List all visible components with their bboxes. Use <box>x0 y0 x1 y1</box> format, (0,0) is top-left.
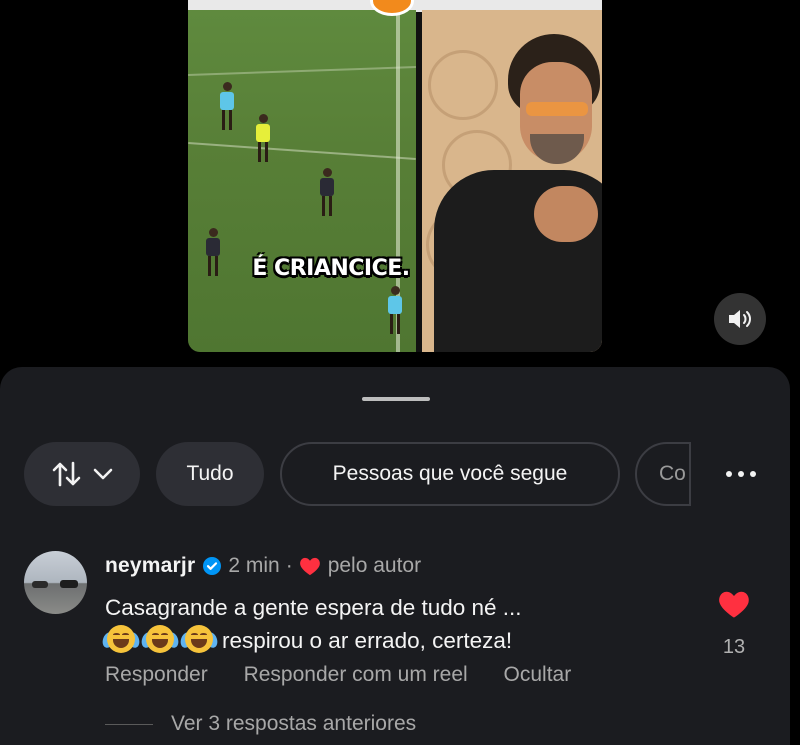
replies-divider <box>105 723 153 725</box>
view-replies-label[interactable]: Ver 3 respostas anteriores <box>171 712 416 736</box>
comment-like: 13 <box>712 589 756 659</box>
more-options-button[interactable] <box>716 460 766 488</box>
comment-text: Casagrande a gente espera de tudo né ...… <box>100 591 522 657</box>
dot <box>750 471 756 477</box>
comment-username[interactable]: neymarjr <box>105 554 195 578</box>
speaker-icon <box>729 310 751 328</box>
comment-text-line2-wrap: respirou o ar errado, certeza! <box>100 624 522 657</box>
filter-partial-chip[interactable]: Co <box>635 442 691 506</box>
comments-sheet: Tudo Pessoas que você segue Co neymarjr … <box>0 367 790 745</box>
sort-arrows-icon <box>52 461 81 487</box>
like-count: 13 <box>722 636 746 658</box>
football-field-pane <box>188 10 416 352</box>
dot <box>738 471 744 477</box>
view-replies[interactable]: Ver 3 respostas anteriores <box>105 712 416 736</box>
sort-button[interactable] <box>24 442 140 506</box>
player-figure <box>220 82 234 130</box>
liked-by-author-label: pelo autor <box>327 554 422 577</box>
studio-pane <box>422 10 602 352</box>
comment-text-line1: Casagrande a gente espera de tudo né ... <box>105 595 522 620</box>
comment-text-line2: respirou o ar errado, certeza! <box>222 628 513 653</box>
player-figure <box>320 168 334 216</box>
laughing-crying-emoji-icon <box>139 625 181 653</box>
filter-all-chip[interactable]: Tudo <box>156 442 264 506</box>
heart-icon <box>299 557 320 576</box>
sheet-drag-handle[interactable] <box>362 397 430 401</box>
filter-following-chip[interactable]: Pessoas que você segue <box>280 442 620 506</box>
video-caption: É CRIANCICE. <box>252 256 410 281</box>
reply-with-reel-button[interactable]: Responder com um reel <box>244 663 468 686</box>
like-heart-icon[interactable] <box>717 589 751 619</box>
laughing-crying-emoji-icon <box>100 625 142 653</box>
reel-video-area[interactable]: É CRIANCICE. <box>0 0 800 400</box>
laughing-crying-emoji-icon <box>178 625 220 653</box>
comment-actions: Responder Responder com um reel Ocultar <box>105 663 601 687</box>
reply-button[interactable]: Responder <box>105 663 208 686</box>
field-line <box>188 66 416 76</box>
dot <box>726 471 732 477</box>
avatar[interactable] <box>24 551 87 614</box>
comment-time: 2 min <box>228 554 280 577</box>
meta-separator: · <box>285 554 293 577</box>
referee-figure <box>256 114 270 162</box>
comment-meta: neymarjr 2 min · pelo autor <box>105 553 421 579</box>
verified-badge-icon <box>203 557 222 575</box>
field-line <box>188 142 416 160</box>
comment-filters: Tudo Pessoas que você segue Co <box>0 442 790 506</box>
sound-toggle-button[interactable] <box>714 293 766 345</box>
player-figure <box>388 286 402 334</box>
chevron-down-icon <box>93 468 113 480</box>
reel-video[interactable]: É CRIANCICE. <box>188 0 602 352</box>
hide-button[interactable]: Ocultar <box>504 663 572 686</box>
